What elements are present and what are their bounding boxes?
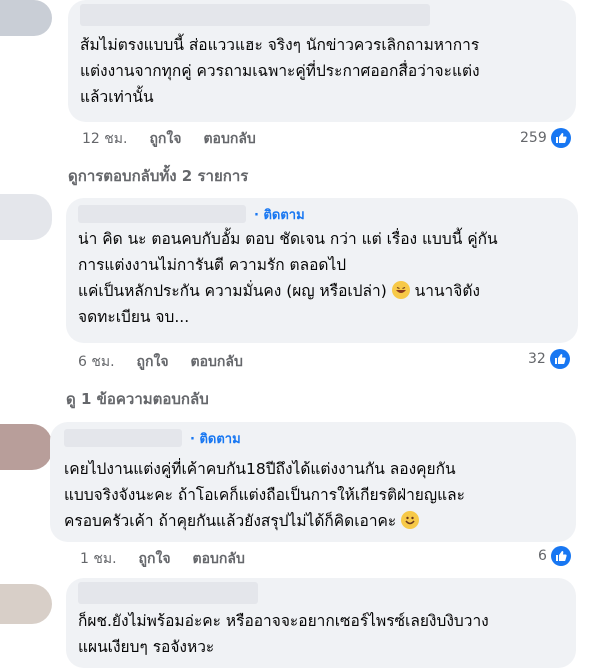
comment-line: จดทะเบียน จบ... (78, 308, 190, 326)
comment-time[interactable]: 12 ชม. (82, 128, 127, 150)
comment-line-part: ครอบครัวเค้า ถ้าคุยกันแล้วยังสรุปไม่ได้ก… (64, 512, 397, 530)
comment-line: น่า คิด นะ ตอนคบกับอั้ม ตอบ ชัดเจน กว่า … (78, 230, 498, 248)
like-button[interactable]: ถูกใจ (149, 128, 181, 150)
comment-time[interactable]: 6 ชม. (78, 351, 115, 373)
comment-line: ครอบครัวเค้า ถ้าคุยกันแล้วยังสรุปไม่ได้ก… (64, 508, 564, 534)
comment-header: · ติดตาม (78, 204, 566, 224)
comment-text: ก็ผช.ยังไม่พร้อมอ่ะคะ หรืออาจจะอยากเซอร์… (78, 612, 489, 656)
comment-bubble: ส้มไม่ตรงแบบนี้ ส่อแววแฮะ จริงๆ นักข่าวค… (68, 0, 576, 122)
view-replies-link[interactable]: ดูการตอบกลับทั้ง 2 รายการ (68, 164, 248, 188)
comment-header: · ติดตาม (64, 428, 564, 448)
avatar[interactable] (0, 424, 52, 470)
comment-actions: 6 ชม. ถูกใจ ตอบกลับ (78, 351, 243, 373)
view-replies-label: ดูการตอบกลับทั้ง 2 รายการ (68, 167, 249, 185)
like-button[interactable]: ถูกใจ (137, 351, 169, 373)
commenter-name[interactable] (80, 4, 430, 26)
reply-button[interactable]: ตอบกลับ (191, 351, 243, 373)
follow-label: ติดตาม (263, 207, 305, 223)
comment-line: เคยไปงานแต่งคู่ที่เค้าคบกัน18ปีถึงได้แต่… (64, 460, 456, 478)
follow-button[interactable]: · ติดตาม (254, 204, 305, 225)
comment-line: แค่เป็นหลักประกัน ความมั่นคง (ผญ หรือเปล… (78, 278, 566, 304)
reaction-count[interactable]: 6 (538, 546, 571, 566)
reaction-number: 6 (538, 548, 547, 564)
reply-button[interactable]: ตอบกลับ (203, 128, 255, 150)
avatar[interactable] (0, 584, 52, 624)
view-replies-link[interactable]: ดู 1 ข้อความตอบกลับ (66, 387, 209, 411)
comment-line: แบบจริงจังนะคะ ถ้าโอเคก็แต่งถือเป็นการให… (64, 486, 465, 504)
comment-bubble: ก็ผช.ยังไม่พร้อมอ่ะคะ หรืออาจจะอยากเซอร์… (66, 578, 576, 668)
comment-actions: 12 ชม. ถูกใจ ตอบกลับ (82, 128, 256, 150)
follow-label: ติดตาม (199, 431, 241, 447)
reaction-number: 32 (528, 351, 546, 367)
avatar[interactable] (0, 194, 52, 240)
reaction-count[interactable]: 259 (520, 128, 571, 148)
comment-actions: 1 ชม. ถูกใจ ตอบกลับ (80, 548, 245, 570)
reply-button[interactable]: ตอบกลับ (193, 548, 245, 570)
comment-text: น่า คิด นะ ตอนคบกับอั้ม ตอบ ชัดเจน กว่า … (78, 226, 566, 330)
comment-bubble: · ติดตาม เคยไปงานแต่งคู่ที่เค้าคบกัน18ปี… (50, 422, 576, 542)
reaction-count[interactable]: 32 (528, 349, 570, 369)
laugh-emoji-icon (391, 281, 410, 299)
commenter-name[interactable] (78, 582, 258, 604)
like-button[interactable]: ถูกใจ (139, 548, 171, 570)
follow-button[interactable]: · ติดตาม (190, 428, 241, 449)
comment-text: เคยไปงานแต่งคู่ที่เค้าคบกัน18ปีถึงได้แต่… (64, 456, 564, 534)
comment-line: การแต่งงานไม่การันตี ความรัก ตลอดไป (78, 256, 347, 274)
commenter-name[interactable] (78, 205, 246, 223)
comment-time[interactable]: 1 ชม. (80, 548, 117, 570)
commenter-name[interactable] (64, 429, 182, 447)
smile-emoji-icon (401, 511, 420, 529)
reaction-number: 259 (520, 130, 547, 146)
comment-line-part: แค่เป็นหลักประกัน ความมั่นคง (ผญ หรือเปล… (78, 282, 387, 300)
view-replies-label: ดู 1 ข้อความตอบกลับ (66, 390, 209, 408)
comment-text: ส้มไม่ตรงแบบนี้ ส่อแววแฮะ จริงๆ นักข่าวค… (80, 36, 480, 106)
comment-bubble: · ติดตาม น่า คิด นะ ตอนคบกับอั้ม ตอบ ชัด… (66, 198, 578, 343)
like-icon (550, 128, 571, 148)
avatar[interactable] (0, 0, 52, 36)
like-icon (550, 546, 571, 566)
like-icon (549, 349, 570, 369)
comment-line-part: นานาจิตัง (414, 282, 480, 300)
